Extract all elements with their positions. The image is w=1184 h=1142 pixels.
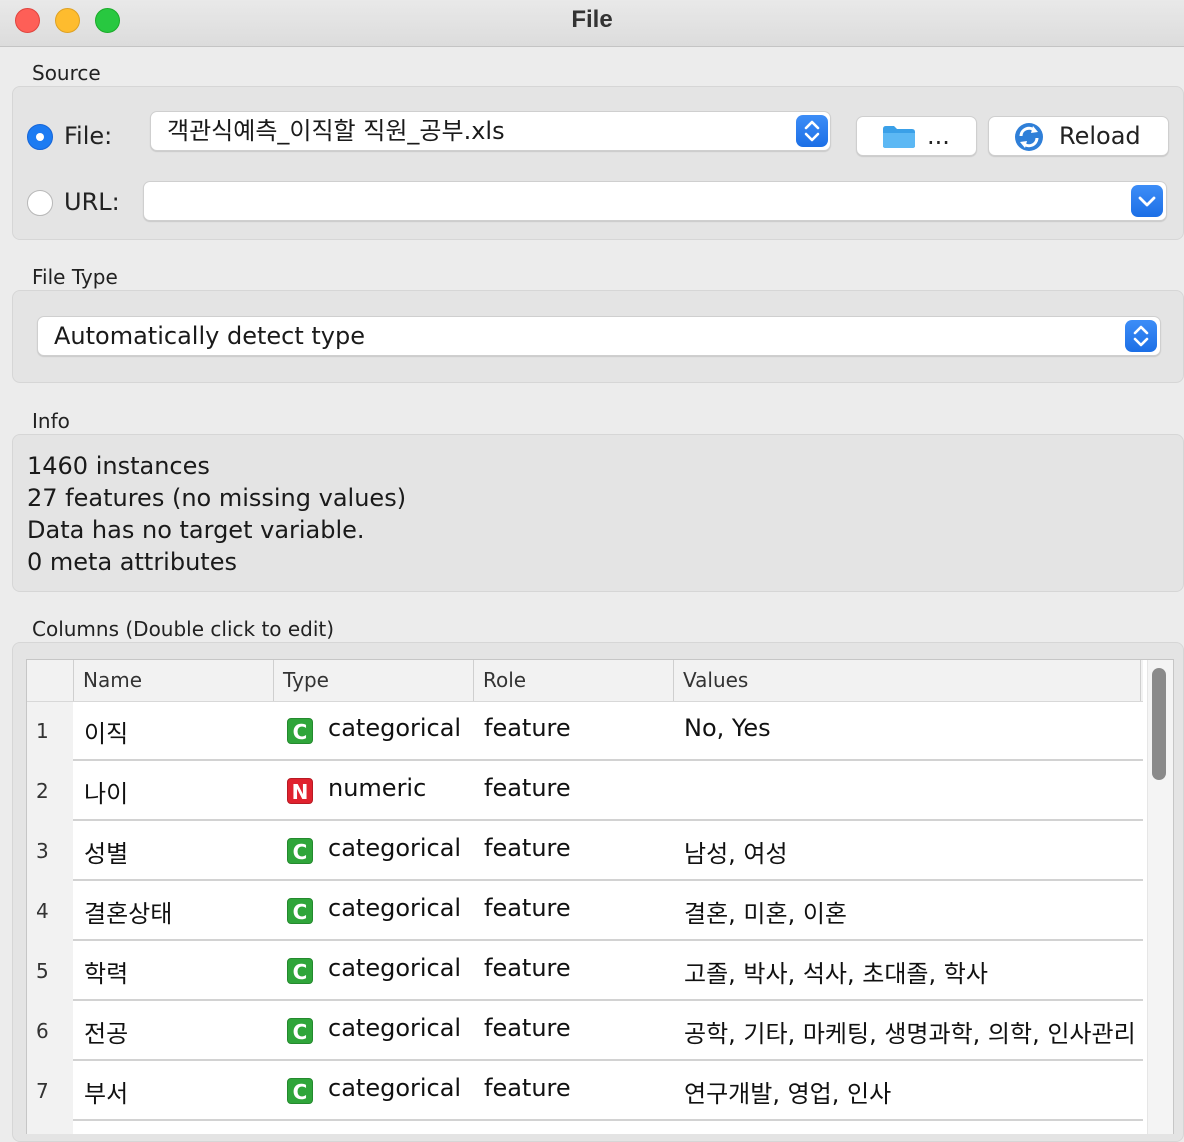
updown-chevron-icon — [1133, 325, 1149, 347]
file-radio[interactable] — [27, 124, 53, 150]
categorical-type-icon: C — [287, 1078, 313, 1104]
reload-button[interactable]: Reload — [988, 116, 1169, 156]
column-role-cell[interactable]: feature — [484, 1014, 571, 1042]
column-name-cell[interactable]: 성별 — [84, 834, 128, 869]
browse-button[interactable]: ... — [856, 116, 977, 156]
source-box: File: 객관식예측_이직할 직원_공부.xls ... Reload URL… — [12, 86, 1184, 240]
url-dropdown-button[interactable] — [1131, 185, 1163, 217]
column-name-cell[interactable]: 이직 — [84, 714, 128, 749]
columns-section-label: Columns (Double click to edit) — [32, 617, 335, 641]
table-row[interactable]: 3 성별 C categorical feature 남성, 여성 — [27, 821, 1143, 881]
file-path-value: 객관식예측_이직할 직원_공부.xls — [167, 117, 505, 145]
table-row[interactable]: 5 학력 C categorical feature 고졸, 박사, 석사, 초… — [27, 941, 1143, 1001]
header-values[interactable]: Values — [673, 660, 1141, 701]
row-number: 5 — [36, 959, 49, 983]
column-type-cell[interactable]: categorical — [328, 834, 461, 862]
column-name-cell[interactable]: 부서 — [84, 1074, 128, 1109]
file-type-box: Automatically detect type — [12, 290, 1184, 383]
column-values-cell[interactable]: 공학, 기타, 마케팅, 생명과학, 의학, 인사관리 — [684, 1014, 1136, 1049]
file-type-section-label: File Type — [32, 265, 118, 289]
column-type-cell[interactable]: categorical — [328, 894, 461, 922]
table-row[interactable]: 8 — [27, 1121, 1143, 1134]
file-type-value: Automatically detect type — [54, 322, 365, 350]
info-instances: 1460 instances — [27, 452, 210, 480]
scrollbar-thumb[interactable] — [1152, 668, 1166, 780]
row-number: 7 — [36, 1079, 49, 1103]
columns-table[interactable]: Name Type Role Values 1 이직 C categorical… — [26, 659, 1174, 1134]
row-number: 6 — [36, 1019, 49, 1043]
chevron-down-icon — [1138, 196, 1156, 207]
file-radio-label[interactable]: File: — [64, 122, 112, 150]
url-radio[interactable] — [27, 190, 53, 216]
file-type-combo[interactable]: Automatically detect type — [37, 316, 1161, 356]
file-type-stepper[interactable] — [1125, 320, 1157, 352]
column-name-cell[interactable]: 전공 — [84, 1014, 128, 1049]
categorical-type-icon: C — [287, 718, 313, 744]
column-name-cell[interactable]: 나이 — [84, 774, 128, 809]
column-type-cell[interactable]: categorical — [328, 1014, 461, 1042]
table-scrollbar[interactable] — [1147, 660, 1173, 1134]
file-path-combo[interactable]: 객관식예측_이직할 직원_공부.xls — [150, 111, 831, 151]
column-values-cell[interactable]: 연구개발, 영업, 인사 — [684, 1074, 891, 1109]
file-combo-stepper[interactable] — [796, 115, 828, 147]
column-role-cell[interactable]: feature — [484, 834, 571, 862]
table-row[interactable]: 6 전공 C categorical feature 공학, 기타, 마케팅, … — [27, 1001, 1143, 1061]
column-role-cell[interactable]: feature — [484, 774, 571, 802]
row-number: 2 — [36, 779, 49, 803]
numeric-type-icon: N — [287, 778, 313, 804]
table-row[interactable]: 1 이직 C categorical feature No, Yes — [27, 701, 1143, 761]
updown-chevron-icon — [804, 120, 820, 142]
folder-icon — [883, 126, 915, 148]
info-meta: 0 meta attributes — [27, 548, 237, 576]
column-role-cell[interactable]: feature — [484, 894, 571, 922]
reload-button-label: Reload — [1059, 122, 1141, 150]
info-target: Data has no target variable. — [27, 516, 365, 544]
url-combo[interactable] — [143, 181, 1167, 221]
column-values-cell[interactable]: 고졸, 박사, 석사, 초대졸, 학사 — [684, 954, 988, 989]
table-header: Name Type Role Values — [27, 660, 1143, 702]
categorical-type-icon: C — [287, 1018, 313, 1044]
info-section-label: Info — [32, 409, 70, 433]
column-name-cell[interactable]: 결혼상태 — [84, 894, 172, 929]
column-values-cell[interactable]: 남성, 여성 — [684, 834, 788, 869]
header-type[interactable]: Type — [273, 660, 473, 701]
categorical-type-icon: C — [287, 838, 313, 864]
column-values-cell[interactable]: 결혼, 미혼, 이혼 — [684, 894, 847, 929]
info-features: 27 features (no missing values) — [27, 484, 407, 512]
browse-button-label: ... — [927, 122, 950, 150]
url-radio-label[interactable]: URL: — [64, 188, 120, 216]
table-row[interactable]: 4 결혼상태 C categorical feature 결혼, 미혼, 이혼 — [27, 881, 1143, 941]
column-role-cell[interactable]: feature — [484, 1074, 571, 1102]
categorical-type-icon: C — [287, 898, 313, 924]
column-type-cell[interactable]: categorical — [328, 1074, 461, 1102]
column-name-cell[interactable]: 학력 — [84, 954, 128, 989]
column-role-cell[interactable]: feature — [484, 714, 571, 742]
column-role-cell[interactable]: feature — [484, 954, 571, 982]
row-number: 4 — [36, 899, 49, 923]
source-section-label: Source — [32, 61, 101, 85]
row-number: 1 — [36, 719, 49, 743]
table-row[interactable]: 7 부서 C categorical feature 연구개발, 영업, 인사 — [27, 1061, 1143, 1121]
header-name[interactable]: Name — [73, 660, 273, 701]
row-number: 3 — [36, 839, 49, 863]
reload-icon — [1015, 123, 1043, 151]
column-type-cell[interactable]: numeric — [328, 774, 426, 802]
column-values-cell[interactable]: No, Yes — [684, 714, 771, 742]
categorical-type-icon: C — [287, 958, 313, 984]
header-role[interactable]: Role — [473, 660, 673, 701]
window-title: File — [571, 6, 613, 33]
title-bar: File — [0, 0, 1184, 47]
column-type-cell[interactable]: categorical — [328, 954, 461, 982]
column-type-cell[interactable]: categorical — [328, 714, 461, 742]
table-row[interactable]: 2 나이 N numeric feature — [27, 761, 1143, 821]
